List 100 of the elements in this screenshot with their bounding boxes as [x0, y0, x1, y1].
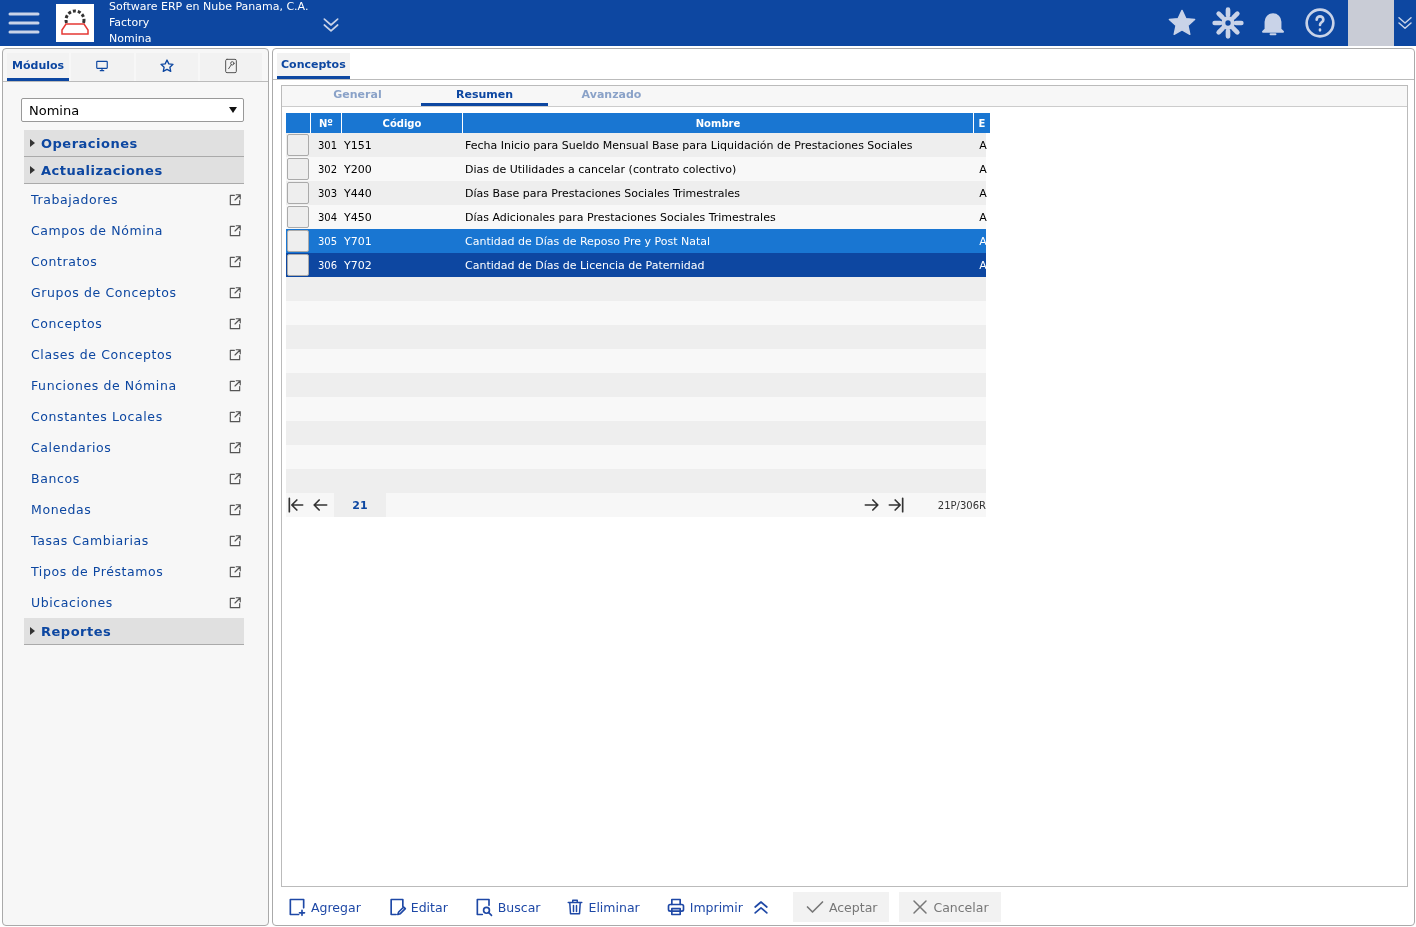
external-link-icon: [228, 533, 242, 548]
caret-icon: [30, 166, 35, 174]
table-cell-text: A: [978, 162, 988, 176]
help-icon: [1304, 7, 1336, 39]
site-name: Factory: [109, 15, 151, 31]
delete-button[interactable]: Eliminar: [562, 892, 644, 922]
menu-link[interactable]: Clases de Conceptos: [21, 339, 244, 370]
edit-button[interactable]: Editar: [382, 892, 452, 922]
menu-link[interactable]: Tasas Cambiarias: [21, 525, 244, 556]
table-cell-text: Y151: [343, 138, 373, 152]
external-link-icon: [228, 223, 242, 238]
table-cell-text: A: [978, 138, 988, 152]
external-link-icon: [228, 440, 242, 455]
table-cell-text: Y702: [343, 258, 373, 272]
sidebar-tab[interactable]: [71, 53, 134, 81]
module-name: Nomina: [109, 31, 153, 47]
sidebar-tab[interactable]: [199, 53, 262, 81]
first-page-icon: [286, 495, 306, 515]
key-icon: [223, 57, 238, 74]
external-link-icon: [228, 502, 242, 517]
table-row[interactable]: 305 Y701 Cantidad de Días de Reposo Pre y Post Natal A: [286, 229, 986, 253]
menu-link[interactable]: Conceptos: [21, 308, 244, 339]
table-cell-text: 305: [316, 235, 338, 247]
row-checkbox[interactable]: [287, 182, 309, 204]
search-button[interactable]: Buscar: [469, 892, 545, 922]
menu-button[interactable]: [8, 10, 40, 36]
table-cell-text: Y701: [343, 234, 373, 248]
table-cell-text: A: [978, 234, 988, 248]
table-cell-text: Dias de Utilidades a cancelar (contrato colectivo): [464, 162, 738, 176]
column-header[interactable]: Nº: [311, 113, 341, 133]
menu-link[interactable]: Grupos de Conceptos: [21, 277, 244, 308]
table-cell-text: A: [978, 210, 988, 224]
row-checkbox[interactable]: [287, 134, 309, 156]
table-row[interactable]: 304 Y450 Días Adicionales para Prestaciones Sociales Trimestrales A: [286, 205, 986, 229]
table-cell-text: 301: [316, 139, 338, 151]
menu-link[interactable]: Constantes Locales: [21, 401, 244, 432]
column-header[interactable]: Código: [342, 113, 462, 133]
menu-link[interactable]: Ubicaciones: [21, 587, 244, 618]
close-icon: [911, 898, 930, 916]
menu-link[interactable]: Trabajadores: [21, 184, 244, 215]
menu-link[interactable]: Contratos: [21, 246, 244, 277]
settings-button[interactable]: [1212, 7, 1244, 39]
external-link-icon: [228, 471, 242, 486]
table-cell-text: Cantidad de Días de Licencia de Paternidad: [464, 258, 706, 272]
page-number: 21: [334, 493, 386, 517]
table-cell-text: 303: [316, 187, 338, 199]
table-cell-text: A: [978, 186, 988, 200]
row-checkbox[interactable]: [287, 158, 309, 180]
menu-link[interactable]: Tipos de Préstamos: [21, 556, 244, 587]
external-link-icon: [228, 347, 242, 362]
select-column-header: [286, 113, 310, 133]
menu-icon: [8, 10, 40, 36]
company-name: Software ERP en Nube Panama, C.A.: [109, 0, 309, 15]
view-tab[interactable]: Resumen: [421, 86, 548, 106]
row-checkbox[interactable]: [287, 230, 309, 252]
column-header[interactable]: E: [974, 113, 990, 133]
printer-icon: [665, 897, 686, 917]
row-checkbox[interactable]: [287, 206, 309, 228]
sidebar-tab[interactable]: Módulos: [7, 53, 70, 81]
table-row[interactable]: 302 Y200 Dias de Utilidades a cancelar (contrato colectivo) A: [286, 157, 986, 181]
table-row[interactable]: 303 Y440 Días Base para Prestaciones Sociales Trimestrales A: [286, 181, 986, 205]
menu-group[interactable]: Operaciones: [24, 130, 244, 157]
external-link-icon: [228, 316, 242, 331]
menu-link[interactable]: Calendarios: [21, 432, 244, 463]
table-row[interactable]: 301 Y151 Fecha Inicio para Sueldo Mensual Base para Liquidación de Prestaciones Sociales A: [286, 133, 986, 157]
table-cell-text: 302: [316, 163, 338, 175]
menu-link[interactable]: Bancos: [21, 463, 244, 494]
row-checkbox[interactable]: [287, 254, 309, 276]
company-logo: [56, 4, 94, 42]
menu-link[interactable]: Monedas: [21, 494, 244, 525]
settings-icon: [1212, 7, 1244, 39]
module-select[interactable]: Nomina: [21, 98, 244, 122]
column-header[interactable]: Nombre: [463, 113, 973, 133]
external-link-icon: [228, 285, 242, 300]
menu-group[interactable]: Reportes: [24, 618, 244, 645]
trash-icon: [566, 897, 585, 917]
add-button[interactable]: Agregar: [283, 892, 365, 922]
table-cell-text: Días Adicionales para Prestaciones Sociales Trimestrales: [464, 210, 777, 224]
help-button[interactable]: [1304, 7, 1336, 39]
external-link-icon: [228, 409, 242, 424]
sidebar-tab[interactable]: [135, 53, 198, 81]
external-link-icon: [228, 192, 242, 207]
star-icon: [158, 57, 175, 74]
main-tab[interactable]: Conceptos: [277, 53, 350, 79]
caret-icon: [30, 139, 35, 147]
first-page-button[interactable]: [286, 495, 306, 515]
table-cell-text: A: [978, 258, 988, 272]
print-button[interactable]: Imprimir: [661, 892, 747, 922]
table-cell-text: Y200: [343, 162, 373, 176]
table-cell-text: Días Base para Prestaciones Sociales Trimestrales: [464, 186, 741, 200]
external-link-icon: [228, 254, 242, 269]
table-cell-text: Cantidad de Días de Reposo Pre y Post Natal: [464, 234, 712, 248]
dropdown-caret-icon: [229, 107, 237, 113]
record-summary: 21P/306R: [937, 499, 986, 511]
menu-link[interactable]: Campos de Nómina: [21, 215, 244, 246]
table-cell-text: 306: [316, 259, 338, 271]
table-cell-text: Y450: [343, 210, 373, 224]
menu-group[interactable]: Actualizaciones: [24, 157, 244, 184]
menu-link[interactable]: Funciones de Nómina: [21, 370, 244, 401]
table-row[interactable]: 306 Y702 Cantidad de Días de Licencia de Paternidad A: [286, 253, 986, 277]
